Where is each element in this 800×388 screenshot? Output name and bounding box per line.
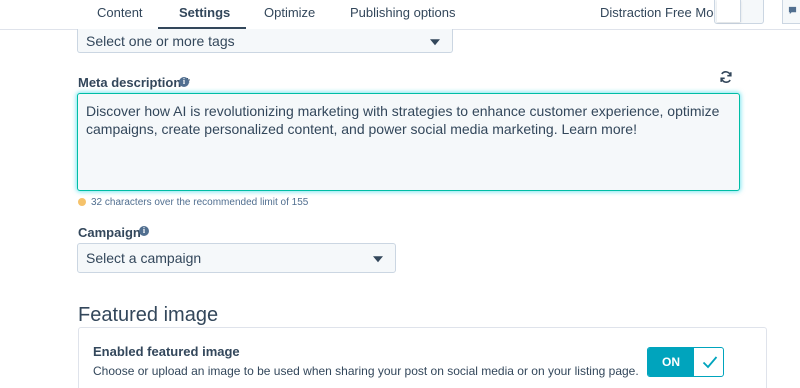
campaign-select-placeholder: Select a campaign: [86, 250, 202, 266]
warning-dot: [78, 198, 86, 206]
chat-icon: [788, 6, 797, 15]
distraction-free-mode-label: Distraction Free Mode: [600, 5, 728, 20]
distraction-free-mode-toggle[interactable]: [714, 0, 764, 24]
tab-settings[interactable]: Settings: [179, 5, 230, 20]
featured-image-toggle[interactable]: ON: [647, 347, 724, 377]
meta-description-label: Meta description *: [78, 75, 190, 90]
info-icon[interactable]: i: [179, 77, 189, 87]
tab-publishing-options[interactable]: Publishing options: [350, 5, 456, 20]
info-icon[interactable]: i: [139, 226, 149, 236]
tags-select-placeholder: Select one or more tags: [86, 32, 235, 49]
meta-description-textarea[interactable]: Discover how AI is revolutionizing marke…: [77, 93, 740, 191]
featured-image-card-description: Choose or upload an image to be used whe…: [93, 364, 639, 378]
toggle-on-label: ON: [648, 348, 694, 376]
campaign-select[interactable]: Select a campaign: [77, 243, 396, 273]
featured-image-heading: Featured image: [78, 304, 219, 326]
featured-image-card-title: Enabled featured image: [93, 344, 240, 359]
tags-select[interactable]: Select one or more tags: [77, 29, 453, 53]
caret-down-icon: [430, 38, 440, 45]
chat-button[interactable]: [782, 0, 800, 24]
check-icon: [702, 356, 718, 369]
tab-optimize[interactable]: Optimize: [264, 5, 315, 20]
character-limit-warning: 32 characters over the recommended limit…: [91, 197, 309, 208]
campaign-label: Campaign: [78, 225, 141, 240]
tab-content[interactable]: Content: [97, 5, 143, 20]
caret-down-icon: [373, 256, 383, 263]
top-tab-bar: Content Settings Optimize Publishing opt…: [0, 0, 800, 30]
toggle-knob: [717, 0, 741, 22]
refresh-icon[interactable]: [719, 70, 733, 84]
